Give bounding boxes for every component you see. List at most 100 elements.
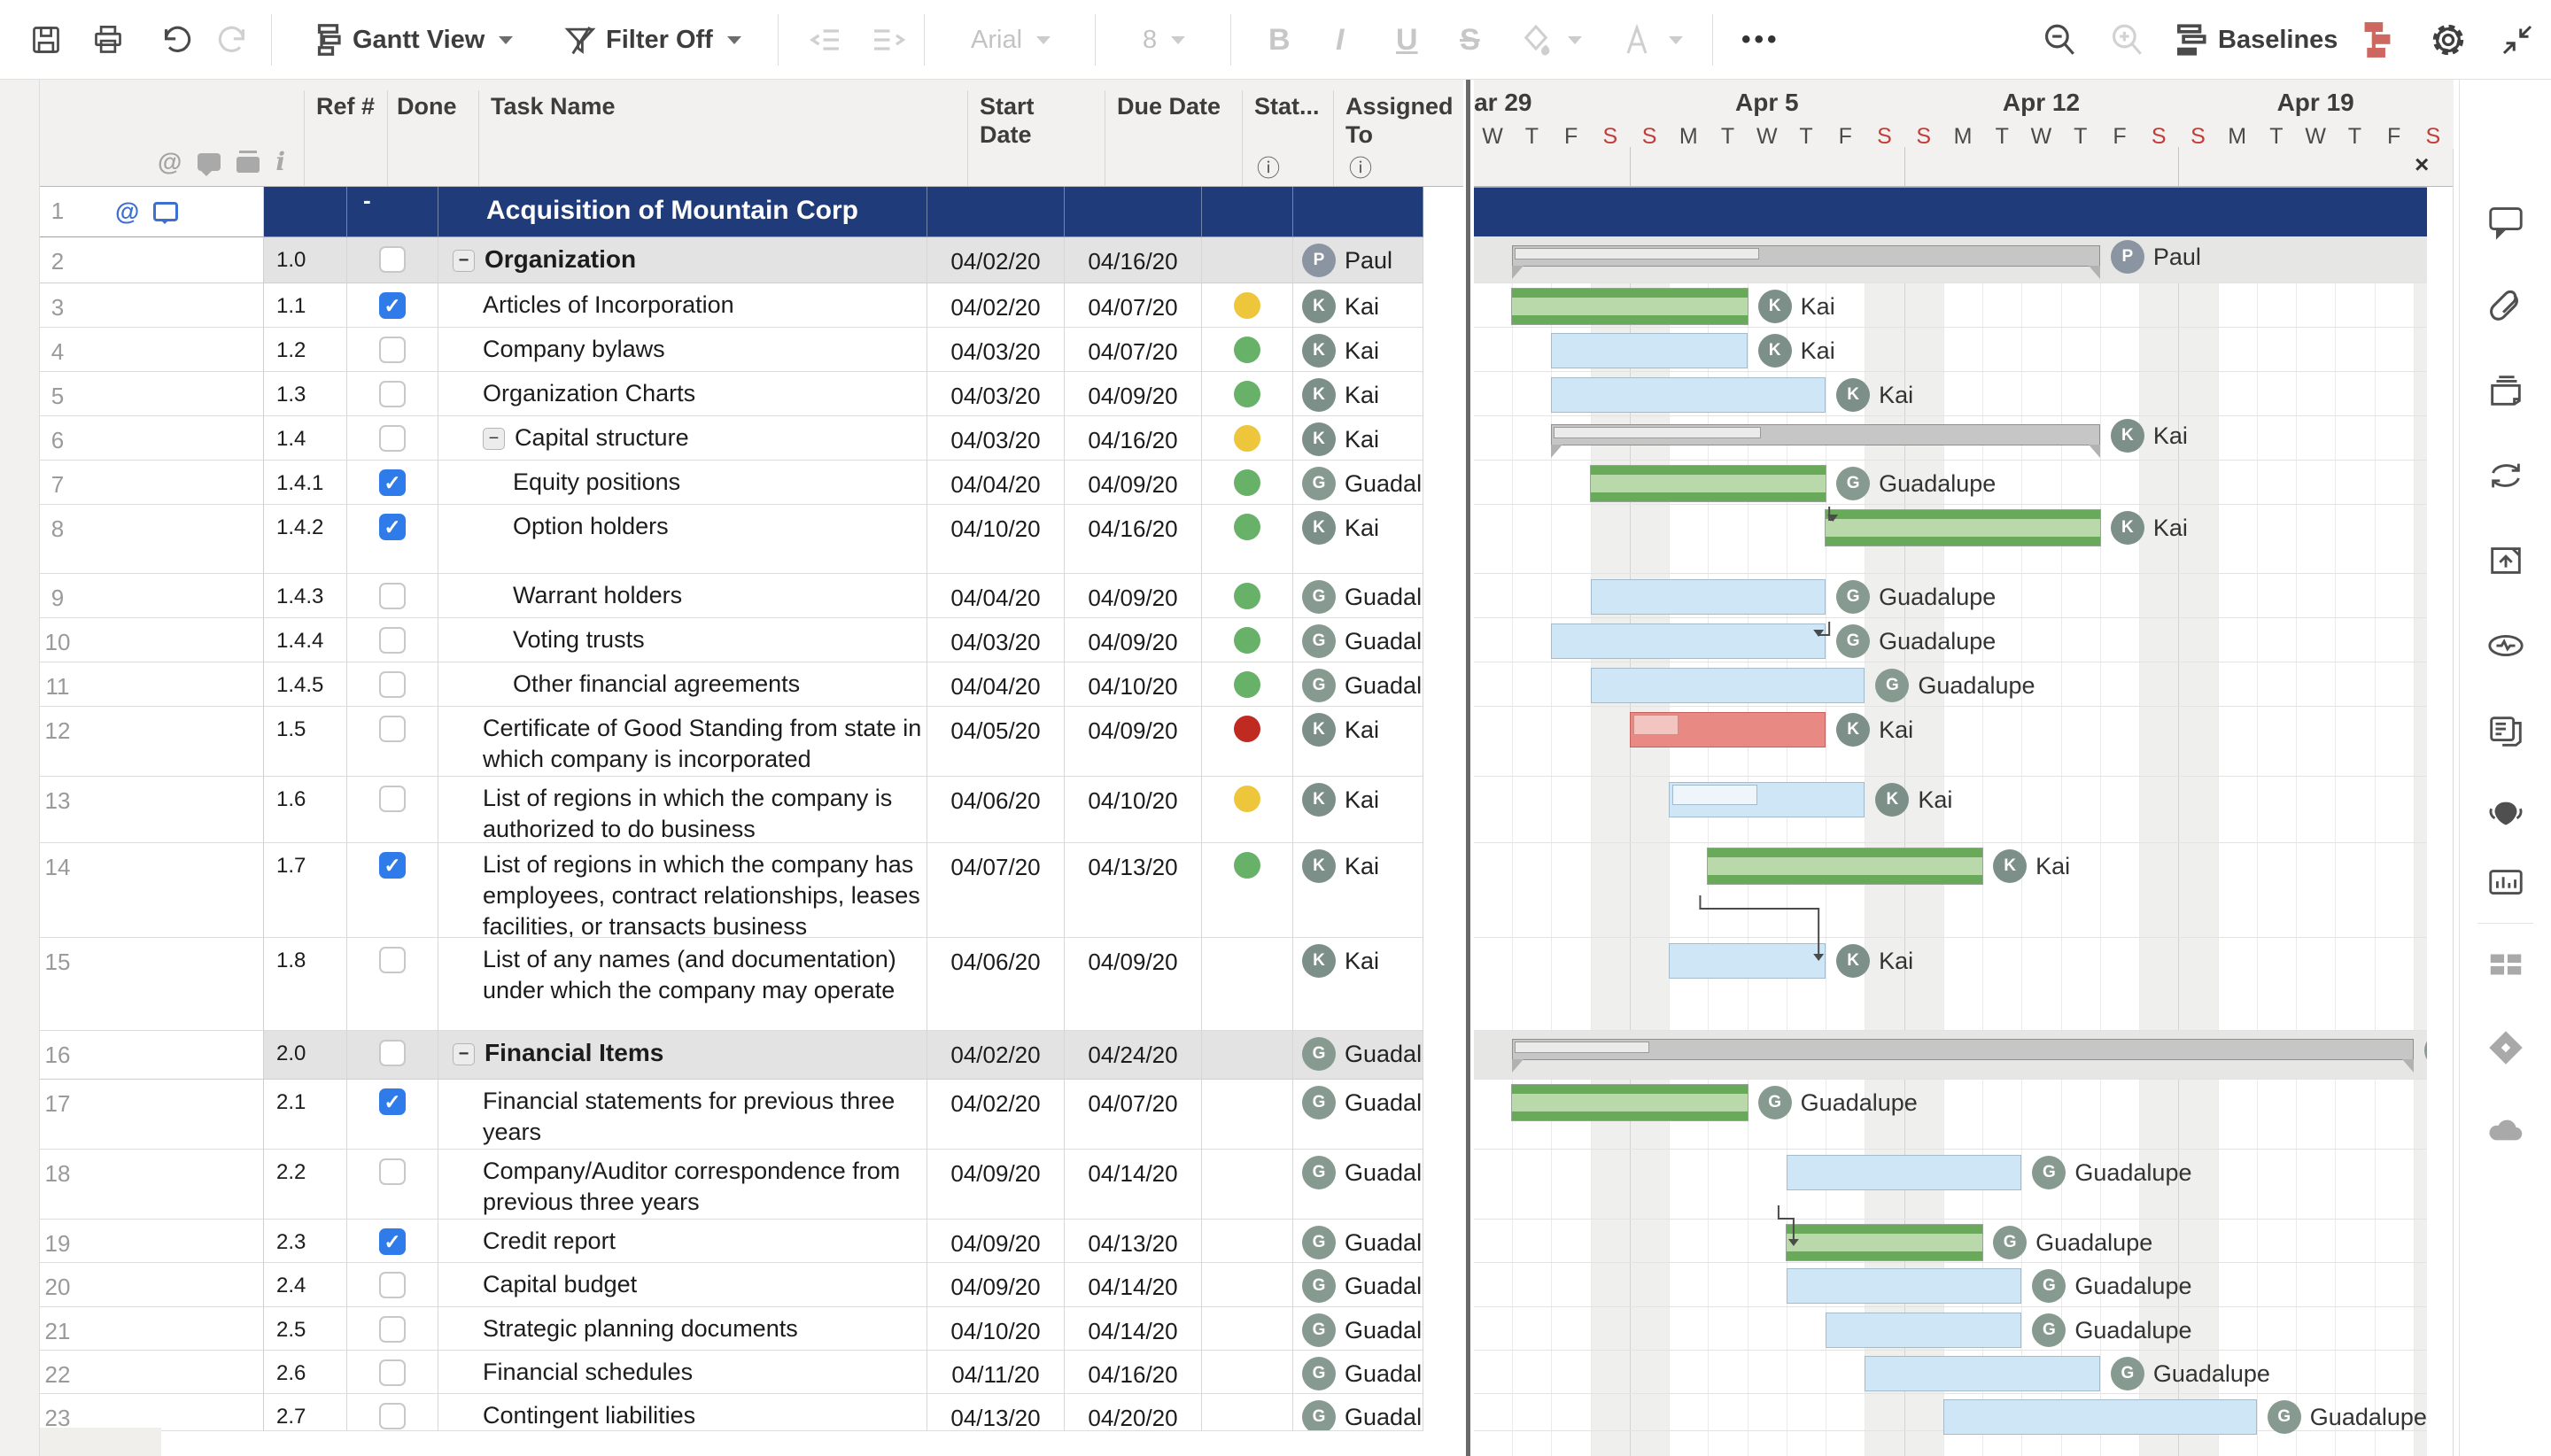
- sidebar-publish-button[interactable]: [2485, 540, 2526, 581]
- cell-assigned-to[interactable]: GGuadalupe: [1293, 1150, 1423, 1220]
- grid-row[interactable]: 101.4.4Voting trusts04/03/2004/09/20GGua…: [0, 618, 1463, 662]
- collapse-panel-button[interactable]: [2500, 0, 2535, 80]
- grid-row[interactable]: 222.6Financial schedules04/11/2004/16/20…: [0, 1351, 1463, 1394]
- column-header-status[interactable]: Stat...: [1254, 92, 1320, 120]
- font-color-button[interactable]: [1619, 0, 1683, 80]
- cell-ref[interactable]: 2.3: [264, 1220, 347, 1263]
- sidebar-attachments-button[interactable]: [2485, 285, 2526, 326]
- cell-ref[interactable]: [264, 187, 347, 237]
- cell-status[interactable]: [1202, 461, 1293, 505]
- cell-ref[interactable]: 1.5: [264, 707, 347, 777]
- critical-path-button[interactable]: [2358, 0, 2397, 80]
- done-checkbox[interactable]: [379, 381, 406, 407]
- collapse-toggle-icon[interactable]: [453, 1043, 475, 1065]
- cell-start-date[interactable]: 04/05/20: [927, 707, 1065, 777]
- done-checkbox[interactable]: ✓: [379, 852, 406, 879]
- cell-done[interactable]: ✓: [347, 843, 438, 938]
- cell-due-date[interactable]: 04/10/20: [1065, 662, 1202, 707]
- cell-done[interactable]: [347, 416, 438, 461]
- cell-ref[interactable]: 1.3: [264, 372, 347, 416]
- outdent-button[interactable]: [808, 0, 843, 80]
- grid-row[interactable]: 172.1✓Financial statements for previous …: [0, 1080, 1463, 1150]
- baselines-button[interactable]: Baselines: [2172, 0, 2338, 80]
- cell-start-date[interactable]: 04/10/20: [927, 1307, 1065, 1351]
- cell-taskname[interactable]: Company/Auditor correspondence from prev…: [438, 1150, 927, 1220]
- cell-due-date[interactable]: 04/14/20: [1065, 1263, 1202, 1307]
- cell-ref[interactable]: 2.5: [264, 1307, 347, 1351]
- cell-done[interactable]: [347, 1351, 438, 1394]
- cell-assigned-to[interactable]: GGuadalupe: [1293, 574, 1423, 618]
- cell-start-date[interactable]: 04/03/20: [927, 372, 1065, 416]
- done-checkbox[interactable]: [379, 1316, 406, 1343]
- italic-button[interactable]: I: [1336, 0, 1344, 80]
- done-checkbox[interactable]: [379, 1403, 406, 1429]
- cell-taskname[interactable]: Acquisition of Mountain Corp: [438, 187, 927, 237]
- cell-assigned-to[interactable]: GGuadalupe: [1293, 1263, 1423, 1307]
- cell-done[interactable]: [347, 1150, 438, 1220]
- cell-taskname[interactable]: Option holders: [438, 505, 927, 574]
- sidebar-charts-button[interactable]: [2485, 863, 2526, 903]
- status-info-icon[interactable]: ⓘ: [1257, 151, 1280, 183]
- sidebar-proofs-button[interactable]: [2485, 370, 2526, 411]
- cell-due-date[interactable]: 04/16/20: [1065, 416, 1202, 461]
- sidebar-connectors-button[interactable]: [2484, 1026, 2528, 1070]
- cell-done[interactable]: ✓: [347, 1220, 438, 1263]
- cell-done[interactable]: [347, 328, 438, 372]
- cell-status[interactable]: [1202, 1220, 1293, 1263]
- collapse-toggle-icon[interactable]: [483, 428, 505, 450]
- sidebar-brandfolder-button[interactable]: [2485, 794, 2526, 834]
- done-checkbox[interactable]: ✓: [379, 292, 406, 319]
- done-checkbox[interactable]: ✓: [379, 469, 406, 496]
- cell-due-date[interactable]: 04/13/20: [1065, 843, 1202, 938]
- cell-due-date[interactable]: 04/10/20: [1065, 777, 1202, 843]
- cell-status[interactable]: [1202, 1150, 1293, 1220]
- cell-start-date[interactable]: 04/10/20: [927, 505, 1065, 574]
- cell-status[interactable]: [1202, 707, 1293, 777]
- cell-start-date[interactable]: 04/02/20: [927, 237, 1065, 283]
- cell-ref[interactable]: 1.4.4: [264, 618, 347, 662]
- cell-taskname[interactable]: List of any names (and documentation) un…: [438, 938, 927, 1031]
- cell-due-date[interactable]: 04/09/20: [1065, 707, 1202, 777]
- cell-assigned-to[interactable]: GGuadalupe: [1293, 1031, 1423, 1080]
- cell-done[interactable]: [347, 574, 438, 618]
- collapse-toggle-icon[interactable]: [453, 250, 475, 272]
- column-header-due[interactable]: Due Date: [1117, 92, 1221, 120]
- cell-done[interactable]: [347, 237, 438, 283]
- cell-taskname[interactable]: Organization Charts: [438, 372, 927, 416]
- fill-color-button[interactable]: [1518, 0, 1582, 80]
- assigned-info-icon[interactable]: ⓘ: [1349, 151, 1372, 183]
- cell-status[interactable]: [1202, 1351, 1293, 1394]
- cell-done[interactable]: ✓: [347, 461, 438, 505]
- cell-done[interactable]: [347, 1307, 438, 1351]
- cell-start-date[interactable]: [927, 187, 1065, 237]
- grid-row[interactable]: 151.8List of any names (and documentatio…: [0, 938, 1463, 1031]
- attachment-icon[interactable]: @: [115, 197, 139, 226]
- cell-assigned-to[interactable]: KKai: [1293, 707, 1423, 777]
- cell-done[interactable]: -: [347, 187, 438, 237]
- cell-due-date[interactable]: 04/09/20: [1065, 372, 1202, 416]
- cell-taskname[interactable]: List of regions in which the company is …: [438, 777, 927, 843]
- done-checkbox[interactable]: [379, 947, 406, 973]
- done-checkbox[interactable]: ✓: [379, 1228, 406, 1255]
- done-checkbox[interactable]: [379, 1272, 406, 1298]
- cell-assigned-to[interactable]: KKai: [1293, 283, 1423, 328]
- cell-assigned-to[interactable]: KKai: [1293, 505, 1423, 574]
- cell-taskname[interactable]: Capital structure: [438, 416, 927, 461]
- cell-status[interactable]: [1202, 1263, 1293, 1307]
- grid-row[interactable]: 182.2Company/Auditor correspondence from…: [0, 1150, 1463, 1220]
- cell-assigned-to[interactable]: KKai: [1293, 843, 1423, 938]
- cell-taskname[interactable]: Articles of Incorporation: [438, 283, 927, 328]
- grid-row[interactable]: 162.0Financial Items04/02/2004/24/20GGua…: [0, 1031, 1463, 1080]
- cell-start-date[interactable]: 04/09/20: [927, 1150, 1065, 1220]
- cell-taskname[interactable]: Credit report: [438, 1220, 927, 1263]
- grid-row[interactable]: 31.1✓Articles of Incorporation04/02/2004…: [0, 283, 1463, 328]
- cell-done[interactable]: [347, 618, 438, 662]
- cell-start-date[interactable]: 04/04/20: [927, 461, 1065, 505]
- sidebar-activity-log-button[interactable]: [2485, 625, 2526, 666]
- cell-due-date[interactable]: 04/14/20: [1065, 1150, 1202, 1220]
- cell-status[interactable]: [1202, 328, 1293, 372]
- font-size-select[interactable]: 8: [1143, 0, 1185, 80]
- done-checkbox[interactable]: [379, 1359, 406, 1386]
- cell-due-date[interactable]: 04/16/20: [1065, 237, 1202, 283]
- zoom-out-button[interactable]: [2041, 0, 2078, 80]
